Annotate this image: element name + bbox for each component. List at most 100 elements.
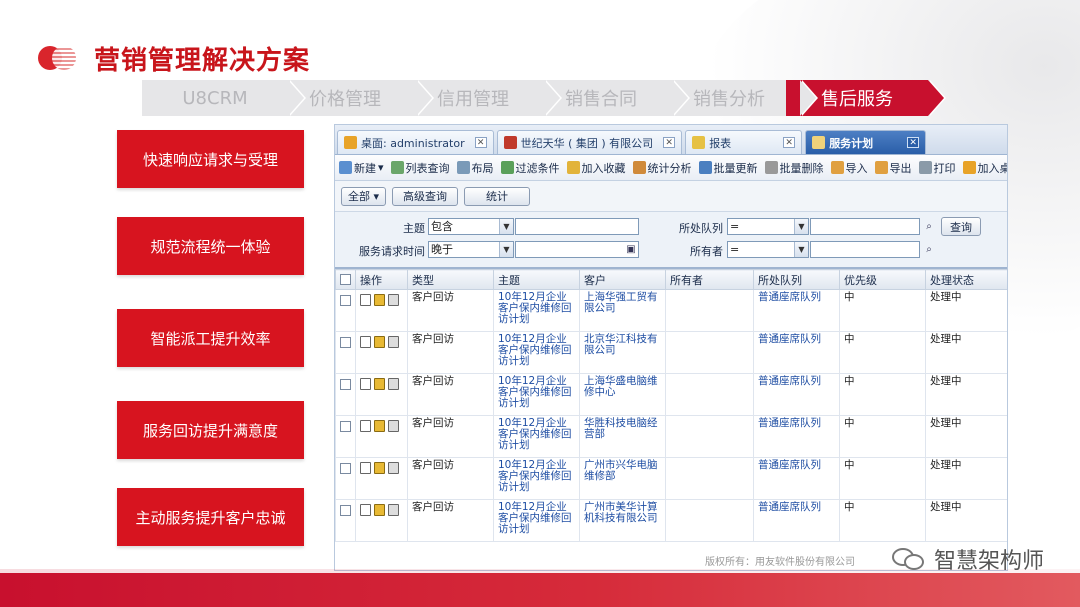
trash-icon[interactable]: [388, 420, 399, 432]
cell-queue-link[interactable]: 普通座席队列: [753, 331, 840, 374]
edit-icon[interactable]: [374, 504, 385, 516]
toolbar-export[interactable]: 导出: [874, 160, 912, 176]
process-breadcrumb: U8CRM 价格管理 信用管理 销售合同 销售分析 售后服务: [142, 80, 946, 116]
tab-service-plan[interactable]: 服务计划 ✕: [805, 130, 927, 154]
toolbar-batch-delete[interactable]: 批量删除: [764, 160, 824, 176]
cell-customer-link[interactable]: 上海华强工贸有限公司: [579, 289, 666, 332]
row-checkbox[interactable]: [335, 331, 356, 374]
edit-icon[interactable]: [374, 378, 385, 390]
close-icon[interactable]: ✕: [474, 137, 487, 148]
all-dropdown[interactable]: 全部 ▾: [341, 186, 387, 206]
subject-operator-select[interactable]: 包含 ▼: [428, 218, 514, 235]
tab-desktop[interactable]: 桌面: administrator ✕: [337, 130, 494, 154]
time-input[interactable]: ▣: [515, 241, 639, 258]
cell-customer-link[interactable]: 广州市美华计算机科技有限公司: [579, 499, 666, 542]
calendar-icon[interactable]: ▣: [624, 242, 638, 257]
time-operator-select[interactable]: 晚于 ▼: [428, 241, 514, 258]
toolbar-stats[interactable]: 统计分析: [632, 160, 692, 176]
trash-icon[interactable]: [388, 294, 399, 306]
column-header[interactable]: 客户: [579, 269, 666, 290]
trash-icon[interactable]: [388, 336, 399, 348]
subject-label: 主题: [403, 222, 425, 235]
select-all-checkbox[interactable]: [335, 269, 356, 290]
cell-queue-link[interactable]: 普通座席队列: [753, 373, 840, 416]
tab-company[interactable]: 世纪天华 ( 集团 ) 有限公司 ✕: [496, 130, 683, 154]
column-header[interactable]: 主题: [493, 269, 580, 290]
column-header[interactable]: 处理状态: [925, 269, 1007, 290]
table-row[interactable]: 客户回访 10年12月企业客户保内维修回访计划 上海华盛电脑维修中心 普通座席队列中处…: [335, 373, 1007, 416]
toolbar-new[interactable]: 新建 ▾: [339, 160, 384, 176]
row-operations: [355, 499, 408, 542]
trash-icon[interactable]: [388, 462, 399, 474]
trash-icon[interactable]: [388, 378, 399, 390]
row-checkbox[interactable]: [335, 415, 356, 458]
queue-operator-select[interactable]: = ▼: [727, 218, 809, 235]
edit-icon[interactable]: [374, 420, 385, 432]
cell-queue-link[interactable]: 普通座席队列: [753, 289, 840, 332]
row-checkbox[interactable]: [335, 499, 356, 542]
column-header[interactable]: 操作: [355, 269, 408, 290]
search-icon[interactable]: ⌕: [922, 242, 936, 257]
toolbar-add-desktop[interactable]: 加入桌面: [962, 160, 1007, 176]
edit-icon[interactable]: [374, 462, 385, 474]
trash-icon[interactable]: [388, 504, 399, 516]
cell-customer-link[interactable]: 广州市兴华电脑维修部: [579, 457, 666, 500]
view-icon[interactable]: [360, 420, 371, 432]
toolbar-layout[interactable]: 布局: [456, 160, 494, 176]
close-icon[interactable]: ✕: [907, 137, 920, 148]
edit-icon[interactable]: [374, 294, 385, 306]
toolbar-print[interactable]: 打印: [918, 160, 956, 176]
advanced-query-button[interactable]: 高级查询: [392, 186, 459, 206]
watermark: 智慧架构师: [891, 543, 1044, 575]
cell-subject-link[interactable]: 10年12月企业客户保内维修回访计划: [493, 289, 580, 332]
cell-customer-link[interactable]: 上海华盛电脑维修中心: [579, 373, 666, 416]
toolbar-batch-update[interactable]: 批量更新: [698, 160, 758, 176]
table-row[interactable]: 客户回访 10年12月企业客户保内维修回访计划 广州市兴华电脑维修部 普通座席队列中处…: [335, 457, 1007, 500]
row-operations: [355, 289, 408, 332]
column-header[interactable]: 所处队列: [753, 269, 840, 290]
cell-subject-link[interactable]: 10年12月企业客户保内维修回访计划: [493, 457, 580, 500]
toolbar-list-query[interactable]: 列表查询: [390, 160, 450, 176]
cell-queue-link[interactable]: 普通座席队列: [753, 499, 840, 542]
stats-button[interactable]: 统计: [464, 186, 531, 206]
cell-subject-link[interactable]: 10年12月企业客户保内维修回访计划: [493, 499, 580, 542]
cell-priority: 中: [839, 499, 926, 542]
toolbar-filter[interactable]: 过滤条件: [500, 160, 560, 176]
toolbar-favorite[interactable]: 加入收藏: [566, 160, 626, 176]
table-row[interactable]: 客户回访 10年12月企业客户保内维修回访计划 北京华江科技有限公司 普通座席队列中处…: [335, 331, 1007, 374]
row-checkbox[interactable]: [335, 457, 356, 500]
close-icon[interactable]: ✕: [663, 137, 676, 148]
view-icon[interactable]: [360, 336, 371, 348]
cell-customer-link[interactable]: 北京华江科技有限公司: [579, 331, 666, 374]
cell-customer-link[interactable]: 华胜科技电脑经营部: [579, 415, 666, 458]
time-label: 服务请求时间: [359, 245, 425, 258]
cell-subject-link[interactable]: 10年12月企业客户保内维修回访计划: [493, 415, 580, 458]
edit-icon[interactable]: [374, 336, 385, 348]
table-row[interactable]: 客户回访 10年12月企业客户保内维修回访计划 上海华强工贸有限公司 普通座席队列中处…: [335, 289, 1007, 332]
column-header[interactable]: 所有者: [665, 269, 754, 290]
subject-input[interactable]: [515, 218, 639, 235]
tab-report[interactable]: 报表 ✕: [685, 130, 803, 154]
cell-queue-link[interactable]: 普通座席队列: [753, 457, 840, 500]
query-button[interactable]: 查询: [941, 217, 981, 236]
toolbar-import[interactable]: 导入: [830, 160, 868, 176]
close-icon[interactable]: ✕: [783, 137, 796, 148]
owner-input[interactable]: [810, 241, 920, 258]
cell-subject-link[interactable]: 10年12月企业客户保内维修回访计划: [493, 373, 580, 416]
row-checkbox[interactable]: [335, 289, 356, 332]
row-checkbox[interactable]: [335, 373, 356, 416]
cell-queue-link[interactable]: 普通座席队列: [753, 415, 840, 458]
column-header[interactable]: 优先级: [839, 269, 926, 290]
queue-input[interactable]: [810, 218, 920, 235]
owner-operator-select[interactable]: = ▼: [727, 241, 809, 258]
view-icon[interactable]: [360, 504, 371, 516]
column-header[interactable]: 类型: [407, 269, 494, 290]
view-icon[interactable]: [360, 294, 371, 306]
crumb-u8crm[interactable]: U8CRM: [142, 80, 306, 116]
view-icon[interactable]: [360, 378, 371, 390]
table-row[interactable]: 客户回访 10年12月企业客户保内维修回访计划 华胜科技电脑经营部 普通座席队列中处理…: [335, 415, 1007, 458]
cell-subject-link[interactable]: 10年12月企业客户保内维修回访计划: [493, 331, 580, 374]
table-row[interactable]: 客户回访 10年12月企业客户保内维修回访计划 广州市美华计算机科技有限公司 普通座席…: [335, 499, 1007, 542]
view-icon[interactable]: [360, 462, 371, 474]
search-icon[interactable]: ⌕: [922, 219, 936, 234]
